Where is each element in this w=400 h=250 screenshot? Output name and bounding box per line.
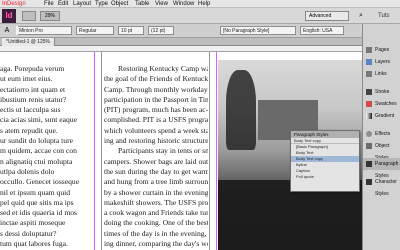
text-line: inctae aspiti moseque xyxy=(0,218,66,228)
text-frame-middle[interactable]: Restoring Kentucky Camp was the goal of … xyxy=(104,64,208,249)
window-label: Tuts xyxy=(378,13,390,19)
dock-pages[interactable]: Pages xyxy=(363,44,400,56)
text-line: m quidem, accae con con xyxy=(0,146,77,156)
text-line: the sun during the day to get warm xyxy=(104,166,208,176)
text-line: s atem repudit que. xyxy=(0,125,58,135)
text-line: s dessi doluptatur? xyxy=(0,228,57,238)
menu-edit[interactable]: Edit xyxy=(58,0,68,8)
character-formatting-icon[interactable]: A xyxy=(2,26,12,36)
bridge-button[interactable] xyxy=(22,11,36,21)
text-line: cia acias simi, sunt eaque xyxy=(0,115,77,125)
dock-gradient[interactable]: Gradient xyxy=(363,110,400,122)
text-line: makeshift showers. The USFS provides xyxy=(104,197,208,207)
stroke-icon xyxy=(366,89,372,95)
dock-swatches[interactable]: Swatches xyxy=(363,98,400,110)
text-line: complished. PIT is a USFS program in xyxy=(104,115,208,125)
text-line: Participants stay in tents or small xyxy=(118,146,208,156)
text-line: occullo. Genecet iosseque xyxy=(0,177,80,187)
paragraph-styles-panel[interactable]: Paragraph Styles Body Text copy [Basic P… xyxy=(290,130,360,192)
control-panel: A Minion Pro Regular 10 pt (12 pt) [No P… xyxy=(0,24,400,38)
menu-file[interactable]: File xyxy=(44,0,54,8)
text-line: ectatiorro int quam et xyxy=(0,84,66,94)
text-line: doing the cooking. One of the best xyxy=(104,218,208,228)
font-size-field[interactable]: 10 pt xyxy=(118,26,144,35)
document-tab-bar: *Untitled-1 @ 125% xyxy=(0,38,362,46)
swatches-icon xyxy=(366,101,372,107)
text-line: (PIT) program, much has been ac- xyxy=(104,105,208,115)
font-style-select[interactable]: Regular xyxy=(76,26,114,35)
text-line: Restoring Kentucky Camp was xyxy=(118,64,208,73)
text-line: campers. Shower bags are laid out in xyxy=(104,156,208,166)
column-guide xyxy=(101,52,102,250)
text-line: ut eum imet eius. xyxy=(0,74,53,84)
text-line: n alignatiq ctui molupta xyxy=(0,156,73,166)
menu-layout[interactable]: Layout xyxy=(73,0,91,8)
text-line: which volunteers spend a week stabiliz- xyxy=(104,125,208,135)
menu-table[interactable]: Table xyxy=(135,0,149,8)
dock-character-styles[interactable]: Character Styles xyxy=(363,176,400,197)
text-line: ing dinner, comparing the day's work xyxy=(104,239,208,249)
dock-object-styles[interactable]: Object Styles xyxy=(363,140,400,161)
menu-type[interactable]: Type xyxy=(95,0,108,8)
column-guide xyxy=(216,52,217,250)
app-name: InDesign xyxy=(2,1,26,7)
application-bar: Id 29% Advanced ⌕ Tuts xyxy=(0,8,400,24)
zoom-select[interactable]: 29% xyxy=(40,11,60,21)
menu-bar: InDesign File Edit Layout Type Object Ta… xyxy=(0,0,400,8)
links-icon xyxy=(366,71,372,77)
menu-object[interactable]: Object xyxy=(111,0,128,8)
dock-paragraph-styles[interactable]: Paragraph Styles xyxy=(363,158,400,179)
text-line: pel quid que sitis ma ips xyxy=(0,197,74,207)
gradient-icon xyxy=(366,113,372,119)
indesign-logo-icon: Id xyxy=(2,9,16,23)
paragraph-style-select[interactable]: [No Paragraph Style] xyxy=(220,26,296,35)
text-frame-left[interactable]: aga. Porepuda verum ut eum imet eius. ec… xyxy=(0,64,92,249)
text-line: utlpa dolenis dolo xyxy=(0,166,55,176)
panel-dock: Pages Layers Links Stroke Swatches Gradi… xyxy=(362,24,400,250)
dock-effects[interactable]: Effects xyxy=(363,128,400,140)
text-line: the goal of the Friends of Kentucky xyxy=(104,74,208,84)
text-line: participation in the Passport in Time xyxy=(104,94,208,104)
leading-field[interactable]: (12 pt) xyxy=(148,26,174,35)
character-styles-icon xyxy=(366,179,372,185)
object-styles-icon xyxy=(366,143,372,149)
text-line: ing and restoring historic structures. xyxy=(104,136,208,146)
dock-layers[interactable]: Layers xyxy=(363,56,400,68)
text-line: sed et idis quaeria id mos xyxy=(0,208,77,218)
workspace-switcher[interactable]: Advanced xyxy=(305,11,349,21)
tree-shape xyxy=(226,70,256,150)
effects-icon xyxy=(366,131,372,137)
dock-stroke[interactable]: Stroke xyxy=(363,86,400,98)
text-line: by a shower curtain in the evening as xyxy=(104,187,208,197)
dock-links[interactable]: Links xyxy=(363,68,400,80)
document-tab[interactable]: *Untitled-1 @ 125% xyxy=(2,38,55,46)
text-line: and hung from a tree limb surrounded xyxy=(104,177,208,187)
pages-icon xyxy=(366,47,372,53)
menu-help[interactable]: Help xyxy=(198,0,210,8)
menu-view[interactable]: View xyxy=(155,0,168,8)
language-select[interactable]: English: USA xyxy=(300,26,344,35)
text-line: Camp. Through monthly workdays and xyxy=(104,84,208,94)
text-line: ectis ut lacculpa sus xyxy=(0,105,61,115)
text-line: ur sundit do lolupta ture xyxy=(0,136,73,146)
text-line: times of the day is in the evening, eat- xyxy=(104,228,208,238)
column-guide xyxy=(209,52,210,250)
search-icon[interactable]: ⌕ xyxy=(356,11,366,21)
layers-icon xyxy=(366,59,372,65)
menu-window[interactable]: Window xyxy=(173,0,194,8)
paragraph-styles-icon xyxy=(366,161,372,167)
style-item[interactable]: Pull quote xyxy=(291,174,359,180)
text-line: nil et ipsum quam quid xyxy=(0,187,71,197)
column-guide xyxy=(94,52,95,250)
text-line: ibustium renis utatur? xyxy=(0,94,67,104)
font-family-select[interactable]: Minion Pro xyxy=(16,26,72,35)
text-line: aga. Porepuda verum xyxy=(0,64,65,73)
panel-title[interactable]: Paragraph Styles xyxy=(291,131,359,138)
text-line: tum quat labores fuga. xyxy=(0,239,68,249)
text-line: a cook wagon and Friends take turns xyxy=(104,208,208,218)
